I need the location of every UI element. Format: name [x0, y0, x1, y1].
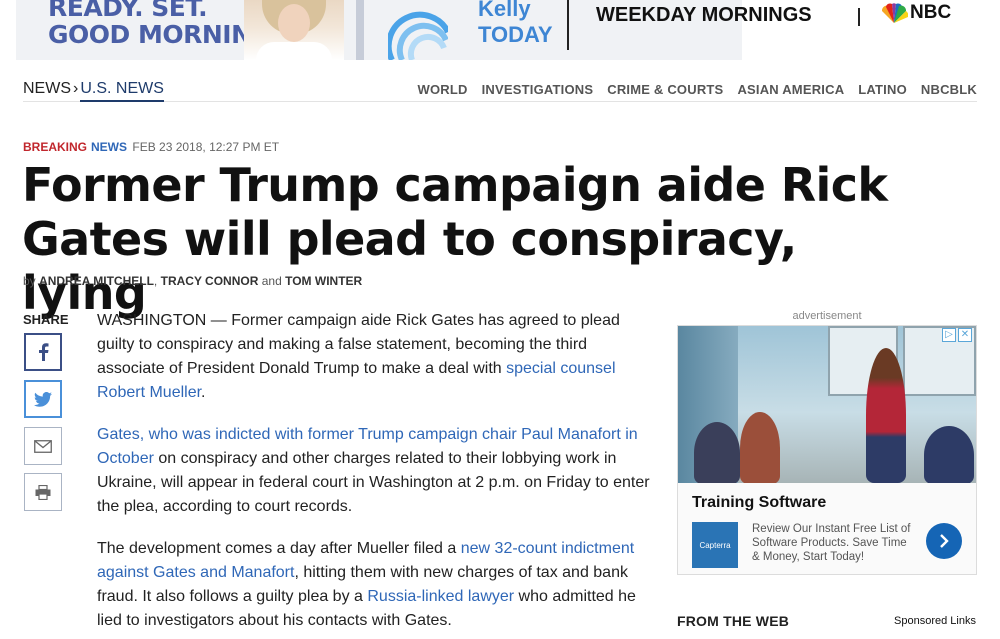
nav-link-world[interactable]: WORLD [418, 82, 468, 97]
nbc-peacock-icon [881, 3, 908, 23]
article-paragraph: Gates, who was indicted with former Trum… [97, 423, 652, 519]
banner-host-photo [244, 0, 344, 60]
author-link[interactable]: ANDREA MITCHELL [39, 274, 154, 288]
ad-go-button[interactable] [926, 523, 962, 559]
print-icon [35, 484, 51, 500]
author-link[interactable]: TRACY CONNOR [161, 274, 259, 288]
paragraph-text: . [201, 384, 206, 401]
banner-brand: Kelly TODAY [478, 0, 553, 48]
banner-stripe [356, 0, 364, 60]
ad-choices[interactable]: ▷ ✕ [942, 328, 972, 342]
share-twitter-button[interactable] [24, 380, 62, 418]
ad-image[interactable]: ▷ ✕ [678, 326, 976, 483]
nav-link-latino[interactable]: LATINO [858, 82, 907, 97]
byline-prefix: by [23, 274, 36, 288]
banner-brand-bottom: TODAY [478, 22, 553, 47]
paragraph-text: The development comes a day after Muelle… [97, 540, 461, 557]
breaking-label: Breaking [23, 140, 88, 154]
banner-separator [858, 8, 860, 26]
chevron-right-icon [940, 534, 949, 548]
nav-link-asian-america[interactable]: ASIAN AMERICA [737, 82, 844, 97]
sidebar-ad[interactable]: ▷ ✕ Training Software Capterra Review Ou… [677, 325, 977, 575]
nav-link-crime-courts[interactable]: CRIME & COURTS [607, 82, 723, 97]
nav-links: WORLD INVESTIGATIONS CRIME & COURTS ASIA… [418, 82, 978, 97]
ad-info-icon[interactable]: ▷ [942, 328, 956, 342]
byline-separator: , [153, 274, 158, 288]
share-facebook-button[interactable] [24, 333, 62, 371]
twitter-icon [34, 391, 52, 407]
banner-brand-top: Kelly [478, 0, 531, 21]
ad-logo-text: Capterra [699, 540, 731, 550]
share-email-button[interactable] [24, 427, 62, 465]
breadcrumb-chevron-icon: › [73, 80, 79, 97]
article-paragraph: WASHINGTON — Former campaign aide Rick G… [97, 309, 652, 405]
news-label[interactable]: News [91, 140, 127, 154]
inline-link[interactable]: Russia-linked lawyer [367, 588, 514, 605]
nav-link-investigations[interactable]: INVESTIGATIONS [482, 82, 594, 97]
nav-link-nbcblk[interactable]: NBCBLK [921, 82, 977, 97]
article-paragraph: The development comes a day after Muelle… [97, 537, 652, 633]
byline-and: and [261, 274, 282, 288]
banner-tagline: WEEKDAY MORNINGS [596, 4, 812, 26]
nbc-logo-text: NBC [910, 2, 952, 23]
share-label: SHARE [23, 312, 69, 327]
article-date: FEB 23 2018, 12:27 PM ET [132, 140, 280, 154]
capterra-logo[interactable]: Capterra [692, 522, 738, 568]
breadcrumb-news[interactable]: NEWS [23, 80, 71, 97]
paragraph-text: on conspiracy and other charges related … [97, 450, 650, 515]
share-print-button[interactable] [24, 473, 62, 511]
ad-title[interactable]: Training Software [692, 494, 826, 512]
sponsored-links[interactable]: Sponsored Links [894, 615, 976, 627]
today-sun-logo-icon [388, 11, 448, 60]
facebook-icon [39, 343, 49, 361]
article-body: WASHINGTON — Former campaign aide Rick G… [97, 309, 652, 639]
banner-divider [567, 0, 569, 50]
article-meta: Breaking News FEB 23 2018, 12:27 PM ET [23, 140, 279, 154]
email-icon [34, 439, 52, 453]
ad-description[interactable]: Review Our Instant Free List of Software… [752, 522, 912, 564]
nbc-logo[interactable]: NBC [880, 2, 951, 24]
from-the-web-title: FROM THE WEB [677, 613, 790, 629]
advertisement-label: advertisement [792, 310, 862, 322]
breadcrumb: NEWS › U.S. NEWS [23, 80, 164, 102]
author-link[interactable]: TOM WINTER [285, 274, 362, 288]
byline: by ANDREA MITCHELL, TRACY CONNOR and TOM… [23, 274, 362, 288]
section-nav: NEWS › U.S. NEWS WORLD INVESTIGATIONS CRIM… [23, 74, 977, 102]
close-icon[interactable]: ✕ [958, 328, 972, 342]
breadcrumb-us-news[interactable]: U.S. NEWS [80, 80, 164, 102]
article-headline: Former Trump campaign aide Rick Gates wi… [22, 158, 888, 320]
